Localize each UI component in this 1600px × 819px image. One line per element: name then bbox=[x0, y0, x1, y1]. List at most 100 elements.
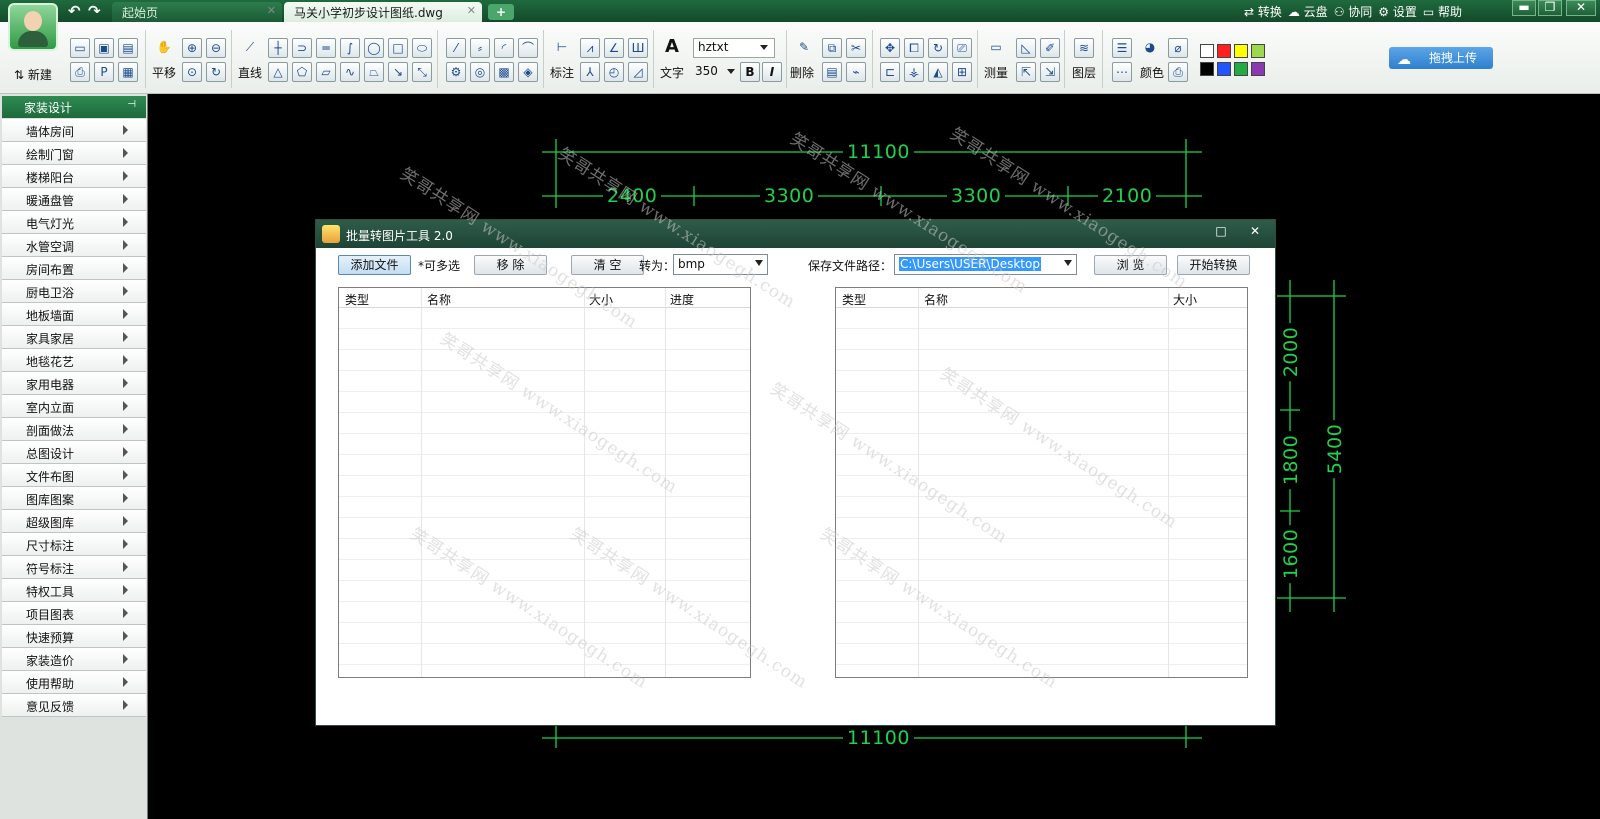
sidebar-item[interactable]: 地毯花艺 bbox=[2, 349, 146, 372]
hatch-icon[interactable]: ▩ bbox=[494, 62, 514, 82]
column-header-progress[interactable]: 进度 bbox=[670, 291, 694, 308]
annotate-label[interactable]: 标注 bbox=[550, 64, 574, 81]
sidebar-item[interactable]: 暖通盘管 bbox=[2, 188, 146, 211]
stretch-icon[interactable]: ⊏ bbox=[880, 62, 900, 82]
tab-start-page[interactable]: 起始页 ✕ bbox=[112, 2, 282, 22]
export-image-icon[interactable]: ▦ bbox=[118, 62, 138, 82]
match-prop-icon[interactable]: ⌁ bbox=[846, 62, 866, 82]
column-header-name[interactable]: 名称 bbox=[427, 291, 451, 308]
ellipse-icon[interactable]: ⬭ bbox=[412, 38, 432, 58]
sidebar-item[interactable]: 房间布置 bbox=[2, 257, 146, 280]
collaborate-link[interactable]: ⚇ 协同 bbox=[1334, 3, 1373, 20]
open-icon[interactable]: ▭ bbox=[70, 38, 90, 58]
measure-icon[interactable]: ▭ bbox=[986, 38, 1006, 58]
save-icon[interactable]: ▣ bbox=[94, 38, 114, 58]
sidebar-item[interactable]: 家用电器 bbox=[2, 372, 146, 395]
zoom-window-icon[interactable]: ⊙ bbox=[182, 62, 202, 82]
leader-icon[interactable]: ◿ bbox=[628, 62, 648, 82]
sidebar-item[interactable]: 文件布图 bbox=[2, 464, 146, 487]
fill-icon[interactable]: ◈ bbox=[518, 62, 538, 82]
sidebar-item[interactable]: 楼梯阳台 bbox=[2, 165, 146, 188]
chamfer-icon[interactable]: ⌒ bbox=[518, 38, 538, 58]
close-icon[interactable]: ✕ bbox=[467, 4, 476, 17]
text-icon[interactable]: A bbox=[662, 38, 682, 58]
sidebar-item[interactable]: 图库图案 bbox=[2, 487, 146, 510]
export-icon[interactable]: ⇱ bbox=[1016, 62, 1036, 82]
color-swatch[interactable] bbox=[1251, 62, 1265, 76]
rotate-icon[interactable]: ↻ bbox=[928, 38, 948, 58]
sidebar-item[interactable]: 意见反馈 bbox=[2, 694, 146, 717]
save-as-icon[interactable]: ▤ bbox=[118, 38, 138, 58]
color-swatch[interactable] bbox=[1251, 44, 1265, 58]
linetype-icon[interactable]: ⋯ bbox=[1112, 62, 1132, 82]
triangle-icon[interactable]: △ bbox=[268, 62, 288, 82]
erase-color-icon[interactable]: ⌀ bbox=[1168, 38, 1188, 58]
panel-header[interactable]: 家装设计 ⊣ bbox=[2, 96, 146, 118]
copy-icon[interactable]: ⧉ bbox=[822, 38, 842, 58]
xline-icon[interactable]: ⤡ bbox=[412, 62, 432, 82]
eraser-icon[interactable]: ✎ bbox=[794, 38, 814, 58]
sidebar-item[interactable]: 厨电卫浴 bbox=[2, 280, 146, 303]
cloud-disk-link[interactable]: ☁ 云盘 bbox=[1288, 3, 1328, 20]
column-header-type[interactable]: 类型 bbox=[345, 291, 369, 308]
color-label[interactable]: 颜色 bbox=[1140, 64, 1164, 81]
font-name-select[interactable]: hztxt bbox=[693, 38, 775, 58]
pentagon-icon[interactable]: ⬠ bbox=[292, 62, 312, 82]
new-button[interactable]: ⇅ 新建 bbox=[14, 66, 52, 83]
convert-link[interactable]: ⇄ 转换 bbox=[1244, 3, 1282, 20]
sidebar-item[interactable]: 符号标注 bbox=[2, 556, 146, 579]
undo-icon[interactable]: ↶ bbox=[68, 2, 81, 20]
explode-icon[interactable]: ⚶ bbox=[904, 62, 924, 82]
tab-drawing-file[interactable]: 马关小学初步设计图纸.dwg ✕ bbox=[284, 2, 482, 22]
printer-color-icon[interactable]: ⎙ bbox=[1168, 62, 1188, 82]
rectangle-icon[interactable]: □ bbox=[388, 38, 408, 58]
layer-icon[interactable]: ≋ bbox=[1074, 38, 1094, 58]
color-swatch[interactable] bbox=[1217, 62, 1231, 76]
column-header-name[interactable]: 名称 bbox=[924, 291, 948, 308]
add-file-button[interactable]: 添加文件 bbox=[338, 255, 411, 275]
maximize-icon[interactable]: □ bbox=[1208, 223, 1234, 241]
sidebar-item[interactable]: 墙体房间 bbox=[2, 119, 146, 142]
sidebar-item[interactable]: 特权工具 bbox=[2, 579, 146, 602]
offset-icon[interactable]: ◎ bbox=[470, 62, 490, 82]
lineweight-icon[interactable]: ☰ bbox=[1112, 38, 1132, 58]
pen-icon[interactable]: ✐ bbox=[1040, 38, 1060, 58]
polyline-icon[interactable]: ┼ bbox=[268, 38, 288, 58]
continuous-dim-icon[interactable]: Ш bbox=[628, 38, 648, 58]
circle-icon[interactable]: ◯ bbox=[364, 38, 384, 58]
spline-icon[interactable]: ∫ bbox=[340, 38, 360, 58]
aligned-dim-icon[interactable]: ⩘ bbox=[580, 38, 600, 58]
paste-icon[interactable]: ▤ bbox=[822, 62, 842, 82]
color-swatch[interactable] bbox=[1200, 62, 1214, 76]
sidebar-item[interactable]: 绘制门窗 bbox=[2, 142, 146, 165]
column-header-type[interactable]: 类型 bbox=[842, 291, 866, 308]
layer-label[interactable]: 图层 bbox=[1072, 64, 1096, 81]
sidebar-item[interactable]: 快速预算 bbox=[2, 625, 146, 648]
ordinate-dim-icon[interactable]: ⅄ bbox=[580, 62, 600, 82]
cut-icon[interactable]: ✂ bbox=[846, 38, 866, 58]
color-wheel-icon[interactable]: ◕ bbox=[1140, 38, 1160, 58]
sidebar-item[interactable]: 家装造价 bbox=[2, 648, 146, 671]
double-line-icon[interactable]: ═ bbox=[316, 38, 336, 58]
color-swatch[interactable] bbox=[1234, 62, 1248, 76]
zoom-out-icon[interactable]: ⊖ bbox=[206, 38, 226, 58]
pan-hand-icon[interactable]: ✋ bbox=[154, 38, 174, 58]
trapezoid-icon[interactable]: ⏢ bbox=[364, 62, 384, 82]
grid-array-icon[interactable]: ⊞ bbox=[952, 62, 972, 82]
color-swatch[interactable] bbox=[1234, 44, 1248, 58]
close-icon[interactable]: ✕ bbox=[267, 4, 276, 17]
pin-icon[interactable]: ⊣ bbox=[127, 99, 136, 110]
column-header-size[interactable]: 大小 bbox=[1173, 291, 1197, 308]
color-swatch[interactable] bbox=[1217, 44, 1231, 58]
output-file-table[interactable]: 类型 名称 大小 bbox=[835, 287, 1248, 678]
close-window-button[interactable]: ✕ bbox=[1566, 0, 1596, 16]
color-swatch[interactable] bbox=[1200, 44, 1214, 58]
measure-label[interactable]: 测量 bbox=[984, 64, 1008, 81]
sidebar-item[interactable]: 剖面做法 bbox=[2, 418, 146, 441]
font-size-select[interactable]: 350 bbox=[693, 62, 737, 82]
italic-button[interactable]: I bbox=[762, 62, 782, 82]
user-avatar-icon[interactable] bbox=[8, 3, 58, 51]
arc-polyline-icon[interactable]: ⊃ bbox=[292, 38, 312, 58]
sidebar-item[interactable]: 室内立面 bbox=[2, 395, 146, 418]
sidebar-item[interactable]: 电气灯光 bbox=[2, 211, 146, 234]
